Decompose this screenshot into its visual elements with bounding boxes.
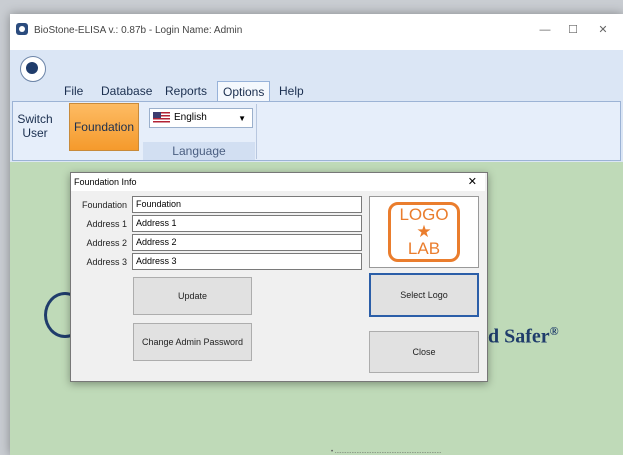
foundation-button[interactable]: Foundation [69, 103, 139, 151]
foundation-field[interactable]: Foundation [132, 196, 362, 213]
update-button[interactable]: Update [133, 277, 252, 315]
main-tagline: d Safer® [488, 324, 559, 348]
app-menu-button[interactable] [20, 56, 46, 82]
close-window-button[interactable]: ✕ [590, 19, 616, 41]
title-bar: BioStone-ELISA v.: 0.87b - Login Name: A… [10, 14, 623, 50]
tab-options[interactable]: Options [217, 81, 271, 102]
logo-text-top: LOGO [399, 205, 449, 224]
us-flag-icon [153, 112, 170, 124]
minimize-button[interactable]: — [532, 19, 558, 41]
address1-field[interactable]: Address 1 [132, 215, 362, 232]
foundation-label: Foundation [81, 200, 127, 210]
tab-reports[interactable]: Reports [165, 81, 207, 101]
dialog-title: Foundation Info [74, 177, 137, 187]
logo-text-bottom: LAB [407, 239, 441, 258]
ribbon-separator [256, 104, 257, 159]
address2-field[interactable]: Address 2 [132, 234, 362, 251]
dialog-close-icon[interactable]: ✕ [468, 173, 477, 191]
window-title: BioStone-ELISA v.: 0.87b - Login Name: A… [34, 25, 243, 36]
logo-lab-image: LOGO ★ LAB [388, 202, 460, 262]
ribbon: File Database Reports Options Help Switc… [10, 50, 623, 162]
chevron-down-icon: ▼ [238, 114, 246, 123]
logo-preview: LOGO ★ LAB [369, 196, 479, 268]
language-value: English [174, 112, 207, 123]
tab-database[interactable]: Database [101, 81, 152, 101]
tab-help[interactable]: Help [279, 81, 304, 101]
ribbon-panel-options: Switch User Foundation English ▼ Languag… [12, 101, 621, 161]
app-icon [16, 23, 28, 35]
address1-label: Address 1 [86, 219, 127, 229]
address3-label: Address 3 [86, 257, 127, 267]
select-logo-button[interactable]: Select Logo [369, 273, 479, 317]
tab-file[interactable]: File [64, 81, 83, 101]
foundation-info-dialog: Foundation Info ✕ Foundation Foundation … [70, 172, 488, 382]
change-admin-password-button[interactable]: Change Admin Password [133, 323, 252, 361]
language-group-label: Language [143, 142, 255, 160]
address2-label: Address 2 [86, 238, 127, 248]
registered-mark: ® [549, 324, 559, 338]
language-group: English ▼ Language [143, 102, 255, 160]
address3-field[interactable]: Address 3 [132, 253, 362, 270]
language-select[interactable]: English ▼ [149, 108, 253, 128]
maximize-button[interactable]: ☐ [560, 19, 586, 41]
dialog-title-bar: Foundation Info ✕ [71, 173, 485, 191]
bottom-footer-text: • ......................................… [331, 449, 442, 455]
switch-user-button[interactable]: Switch User [13, 104, 57, 148]
close-button[interactable]: Close [369, 331, 479, 373]
